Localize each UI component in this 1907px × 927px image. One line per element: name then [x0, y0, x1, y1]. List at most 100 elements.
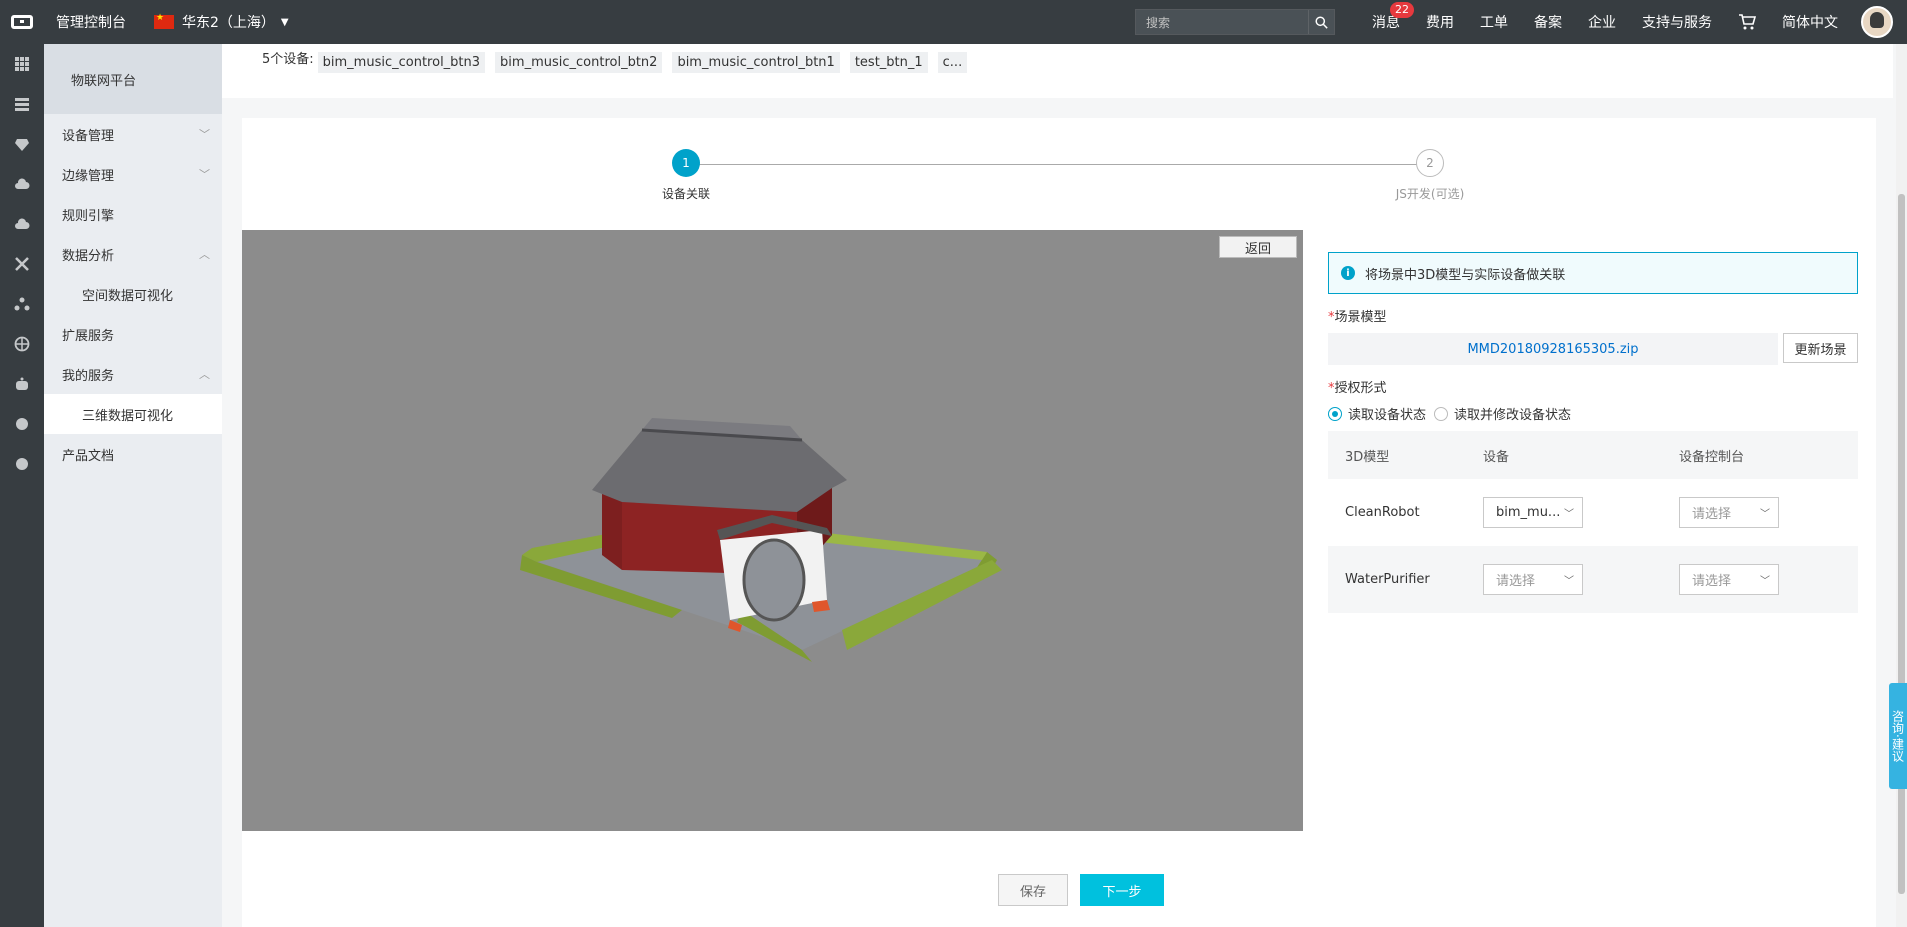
cart-icon[interactable]	[1738, 13, 1756, 31]
3d-scene-viewport[interactable]: 返回	[242, 230, 1303, 831]
info-icon: i	[1341, 266, 1355, 280]
action-bar: 保存 下一步	[242, 831, 1876, 927]
scene-file-link[interactable]: MMD20180928165305.zip	[1328, 333, 1778, 365]
next-step-button[interactable]: 下一步	[1080, 874, 1164, 906]
chevron-up-icon: ︿	[199, 368, 210, 381]
scene-model-label-text: 场景模型	[1334, 310, 1387, 325]
language-selector[interactable]: 简体中文	[1782, 12, 1838, 32]
user-avatar[interactable]	[1861, 6, 1893, 38]
console-title[interactable]: 管理控制台	[56, 12, 126, 32]
column-header-console: 设备控制台	[1679, 449, 1745, 465]
radio-unchecked-icon[interactable]	[1434, 406, 1449, 421]
chevron-down-icon: ﹀	[1564, 509, 1574, 520]
sidebar-item-my-services[interactable]: 我的服务 ︿	[44, 354, 222, 394]
model-name-cell: WaterPurifier	[1345, 572, 1430, 587]
aliyun-logo-icon[interactable]	[0, 0, 44, 44]
table-header: 3D模型 设备 设备控制台	[1328, 431, 1858, 479]
server-icon[interactable]	[0, 84, 44, 124]
sidebar-item-spatial-visualization[interactable]: 空间数据可视化	[44, 274, 222, 314]
main-content: 5个设备: bim_music_control_btn3 bim_music_c…	[222, 44, 1893, 927]
nav-link-tickets[interactable]: 工单	[1480, 12, 1508, 32]
search-icon[interactable]	[1308, 10, 1334, 34]
messages-link[interactable]: 消息 22	[1372, 2, 1414, 32]
auth-type-label: *授权形式	[1328, 377, 1858, 396]
association-config: i 将场景中3D模型与实际设备做关联 *场景模型 MMD201809281653…	[1328, 230, 1858, 613]
device-select[interactable]: bim_mu... ﹀	[1483, 497, 1583, 528]
console-select[interactable]: 请选择 ﹀	[1679, 497, 1779, 528]
product-icon-bar	[0, 44, 44, 927]
global-search-input[interactable]: 搜索	[1135, 9, 1335, 35]
scrollbar-thumb[interactable]	[1898, 194, 1905, 894]
console-select-value: 请选择	[1692, 574, 1732, 589]
scene-model-label: *场景模型	[1328, 306, 1858, 325]
save-button[interactable]: 保存	[998, 874, 1068, 906]
step-2-label: JS开发(可选)	[1395, 187, 1465, 201]
info-banner: i 将场景中3D模型与实际设备做关联	[1328, 252, 1858, 294]
scene-file-row: MMD20180928165305.zip 更新场景	[1328, 333, 1858, 365]
nodes-icon[interactable]	[0, 284, 44, 324]
info-text: 将场景中3D模型与实际设备做关联	[1365, 267, 1566, 283]
robot-icon[interactable]	[0, 364, 44, 404]
device-list-bar: 5个设备: bim_music_control_btn3 bim_music_c…	[222, 44, 1893, 98]
sidebar-item-rules-engine[interactable]: 规则引擎	[44, 194, 222, 234]
nav-link-enterprise[interactable]: 企业	[1588, 12, 1616, 32]
sidebar-item-label: 数据分析	[62, 248, 115, 264]
chevron-down-icon: ﹀	[1760, 576, 1770, 587]
diamond-icon[interactable]	[0, 124, 44, 164]
page-scrollbar[interactable]	[1896, 44, 1907, 927]
auth-radio-group: 读取设备状态 读取并修改设备状态	[1328, 404, 1858, 423]
device-tag-more[interactable]: c...	[937, 52, 968, 73]
globe-icon[interactable]	[0, 324, 44, 364]
sidebar-item-product-docs[interactable]: 产品文档	[44, 434, 222, 474]
device-tag: bim_music_control_btn1	[672, 52, 840, 73]
console-select[interactable]: 请选择 ﹀	[1679, 564, 1779, 595]
device-select-value: bim_mu...	[1496, 505, 1561, 520]
network-cross-icon[interactable]	[0, 244, 44, 284]
chevron-down-icon: ﹀	[1760, 509, 1770, 520]
auth-read-label: 读取设备状态	[1348, 408, 1427, 423]
update-scene-button[interactable]: 更新场景	[1783, 333, 1858, 363]
side-navigation: 物联网平台 设备管理 ﹀ 边缘管理 ﹀ 规则引擎 数据分析 ︿ 空间数据可视化 …	[44, 44, 222, 927]
column-header-model: 3D模型	[1345, 449, 1390, 465]
region-selector[interactable]: 华东2（上海） ▼	[154, 12, 289, 32]
dot-icon[interactable]	[0, 444, 44, 484]
step-1-label: 设备关联	[661, 187, 710, 201]
chevron-down-icon: ﹀	[1564, 576, 1574, 587]
step-indicator: 1 设备关联 2 JS开发(可选)	[242, 118, 1876, 230]
nav-link-billing[interactable]: 费用	[1426, 12, 1454, 32]
sidebar-item-label: 边缘管理	[62, 168, 115, 184]
china-flag-icon	[154, 13, 174, 29]
device-select-value: 请选择	[1496, 574, 1536, 589]
device-tag: bim_music_control_btn2	[495, 52, 663, 73]
model-name-cell: CleanRobot	[1345, 505, 1420, 520]
radio-checked-icon[interactable]	[1328, 406, 1342, 421]
sidebar-item-device-management[interactable]: 设备管理 ﹀	[44, 114, 222, 154]
sidebar-item-3d-visualization[interactable]: 三维数据可视化	[44, 394, 222, 434]
region-label: 华东2（上海）	[182, 15, 275, 31]
auth-type-label-text: 授权形式	[1334, 381, 1387, 396]
device-tag: test_btn_1	[849, 52, 928, 73]
dot-icon[interactable]	[0, 404, 44, 444]
scene-config-panel: 1 设备关联 2 JS开发(可选) 返回 i 将场景中3D模型与实际设备做关联 …	[242, 118, 1876, 927]
device-count-label: 5个设备:	[262, 52, 314, 67]
sidebar-title[interactable]: 物联网平台	[44, 44, 222, 114]
sidebar-item-extension-services[interactable]: 扩展服务	[44, 314, 222, 354]
search-placeholder: 搜索	[1146, 15, 1171, 30]
feedback-tab[interactable]: 咨询·建议	[1889, 683, 1907, 789]
sidebar-item-edge-management[interactable]: 边缘管理 ﹀	[44, 154, 222, 194]
sidebar-item-label: 我的服务	[62, 368, 115, 384]
auth-read-write-option[interactable]: 读取并修改设备状态	[1434, 404, 1571, 423]
step-1-circle: 1	[672, 149, 700, 177]
sidebar-item-data-analysis[interactable]: 数据分析 ︿	[44, 234, 222, 274]
cloud-upload-icon[interactable]	[0, 164, 44, 204]
chevron-down-icon: ﹀	[199, 128, 210, 141]
nav-link-icp[interactable]: 备案	[1534, 12, 1562, 32]
step-2: 2 JS开发(可选)	[1390, 149, 1470, 202]
step-2-circle: 2	[1416, 149, 1444, 177]
cloud-icon[interactable]	[0, 204, 44, 244]
apps-grid-icon[interactable]	[0, 44, 44, 84]
auth-read-option[interactable]: 读取设备状态	[1328, 404, 1426, 423]
table-row: WaterPurifier 请选择 ﹀ 请选择 ﹀	[1328, 546, 1858, 613]
device-select[interactable]: 请选择 ﹀	[1483, 564, 1583, 595]
nav-link-support[interactable]: 支持与服务	[1642, 12, 1712, 32]
